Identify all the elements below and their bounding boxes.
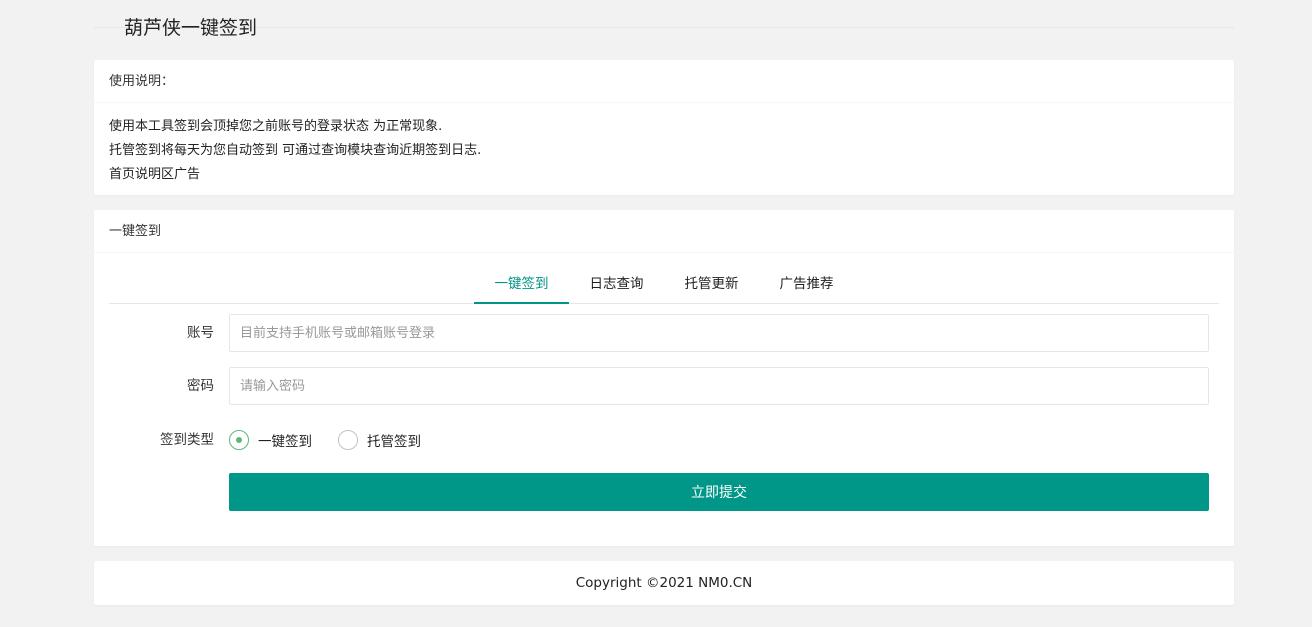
radio-hosting-sign[interactable]: 托管签到 [338,430,421,450]
notice-heading: 使用说明： [94,60,1234,103]
tab-log-query[interactable]: 日志查询 [569,265,664,303]
sign-type-label: 签到类型 [160,432,214,448]
radio-label: 一键签到 [258,434,312,450]
submit-button[interactable]: 立即提交 [229,473,1209,511]
tab-one-click-sign[interactable]: 一键签到 [474,265,569,304]
page-title: 葫芦侠一键签到 [124,17,258,39]
page-header: 葫芦侠一键签到 [94,0,1234,39]
notice-line: 首页说明区广告 [109,167,201,182]
account-row: 账号 [109,314,1209,352]
radio-label: 托管签到 [367,434,421,450]
account-label: 账号 [187,325,214,341]
radio-one-click-sign[interactable]: 一键签到 [229,430,312,450]
tab-ad-recommend[interactable]: 广告推荐 [759,265,854,303]
notice-body: 使用本工具签到会顶掉您之前账号的登录状态 为正常现象. 托管签到将每天为您自动签… [94,103,1234,199]
sign-heading: 一键签到 [94,210,1234,253]
notice-line: 托管签到将每天为您自动签到 可通过查询模块查询近期签到日志. [109,143,482,158]
radio-checked-icon [229,430,249,450]
password-row: 密码 [109,367,1209,405]
password-input[interactable] [229,367,1209,405]
copyright-text: Copyright ©2021 NM0.CN [575,575,753,591]
tab-hosting-update[interactable]: 托管更新 [664,265,759,303]
notice-card: 使用说明： 使用本工具签到会顶掉您之前账号的登录状态 为正常现象. 托管签到将每… [94,60,1234,195]
sign-type-row: 签到类型 一键签到 托管签到 [109,421,1209,459]
notice-line: 使用本工具签到会顶掉您之前账号的登录状态 为正常现象. [109,119,443,134]
footer: Copyright ©2021 NM0.CN [94,561,1234,605]
account-input[interactable] [229,314,1209,352]
radio-unchecked-icon [338,430,358,450]
tab-bar: 一键签到 日志查询 托管更新 广告推荐 [109,265,1219,304]
sign-type-radio-group: 一键签到 托管签到 [229,421,447,459]
sign-card: 一键签到 一键签到 日志查询 托管更新 广告推荐 账号 密码 签到类型 一键签到… [94,210,1234,546]
password-label: 密码 [187,378,214,394]
